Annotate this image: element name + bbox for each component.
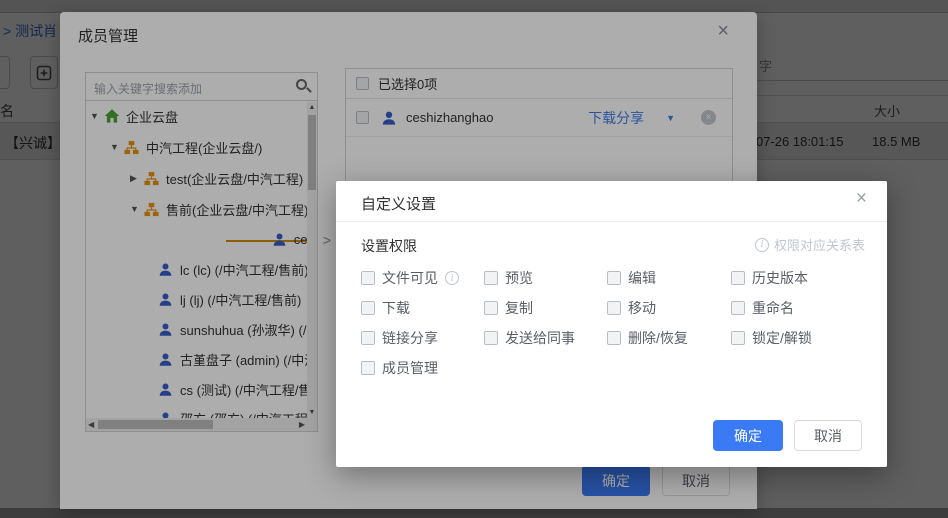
permission-relation-label: 权限对应关系表 xyxy=(774,235,865,254)
permission-label: 移动 xyxy=(628,298,656,318)
permission-option[interactable]: 复制 xyxy=(484,293,607,323)
permission-option[interactable]: 链接分享 xyxy=(361,323,484,353)
permission-label: 链接分享 xyxy=(382,328,438,348)
permission-option[interactable]: 历史版本 xyxy=(731,263,866,293)
permission-checkbox[interactable] xyxy=(361,301,375,315)
permission-checkbox[interactable] xyxy=(731,271,745,285)
permission-label: 下载 xyxy=(382,298,410,318)
custom-settings-dialog: 自定义设置 × 设置权限 i 权限对应关系表 文件可见 i 预览 编辑 xyxy=(336,181,887,467)
permission-checkbox[interactable] xyxy=(607,301,621,315)
permission-label: 复制 xyxy=(505,298,533,318)
permission-checkbox[interactable] xyxy=(484,301,498,315)
permission-option[interactable]: 移动 xyxy=(607,293,731,323)
permission-checkbox[interactable] xyxy=(731,331,745,345)
permission-checkbox[interactable] xyxy=(731,301,745,315)
info-icon[interactable]: i xyxy=(445,271,459,285)
permission-option[interactable]: 删除/恢复 xyxy=(607,323,731,353)
permission-option[interactable]: 发送给同事 xyxy=(484,323,607,353)
permission-label: 成员管理 xyxy=(382,358,438,378)
permission-checkbox[interactable] xyxy=(607,271,621,285)
permission-option[interactable]: 成员管理 xyxy=(361,353,484,383)
permission-checkbox[interactable] xyxy=(484,271,498,285)
permission-label: 文件可见 xyxy=(382,268,438,288)
permission-option[interactable]: 重命名 xyxy=(731,293,866,323)
permission-checkbox[interactable] xyxy=(607,331,621,345)
permission-option[interactable]: 文件可见 i xyxy=(361,263,484,293)
permission-label: 锁定/解锁 xyxy=(752,328,812,348)
permission-checkbox[interactable] xyxy=(361,361,375,375)
permission-option[interactable]: 锁定/解锁 xyxy=(731,323,866,353)
permission-checkbox[interactable] xyxy=(361,271,375,285)
permission-checkbox[interactable] xyxy=(361,331,375,345)
permission-label: 删除/恢复 xyxy=(628,328,688,348)
info-icon: i xyxy=(755,238,769,252)
dialog-confirm-button[interactable]: 确定 xyxy=(713,420,783,451)
permission-checkbox[interactable] xyxy=(484,331,498,345)
dialog-title: 自定义设置 xyxy=(361,193,436,214)
permission-option[interactable]: 下载 xyxy=(361,293,484,323)
permission-option[interactable]: 预览 xyxy=(484,263,607,293)
dialog-cancel-button[interactable]: 取消 xyxy=(794,420,862,451)
permission-label: 历史版本 xyxy=(752,268,808,288)
dialog-header: 自定义设置 × xyxy=(336,181,887,222)
permission-relation-link[interactable]: i 权限对应关系表 xyxy=(755,235,865,254)
permission-option[interactable]: 编辑 xyxy=(607,263,731,293)
permission-label: 发送给同事 xyxy=(505,328,575,348)
permission-label: 编辑 xyxy=(628,268,656,288)
app-screen: > 测试肖 名 字 间 大小 【兴诚】 07-26 18:01:15 18.5 … xyxy=(0,0,948,518)
permissions-section-label: 设置权限 xyxy=(361,236,417,256)
close-icon[interactable]: × xyxy=(856,189,867,208)
permission-label: 预览 xyxy=(505,268,533,288)
permission-label: 重命名 xyxy=(752,298,794,318)
permissions-grid: 文件可见 i 预览 编辑 历史版本 下载 复制 xyxy=(361,263,866,383)
